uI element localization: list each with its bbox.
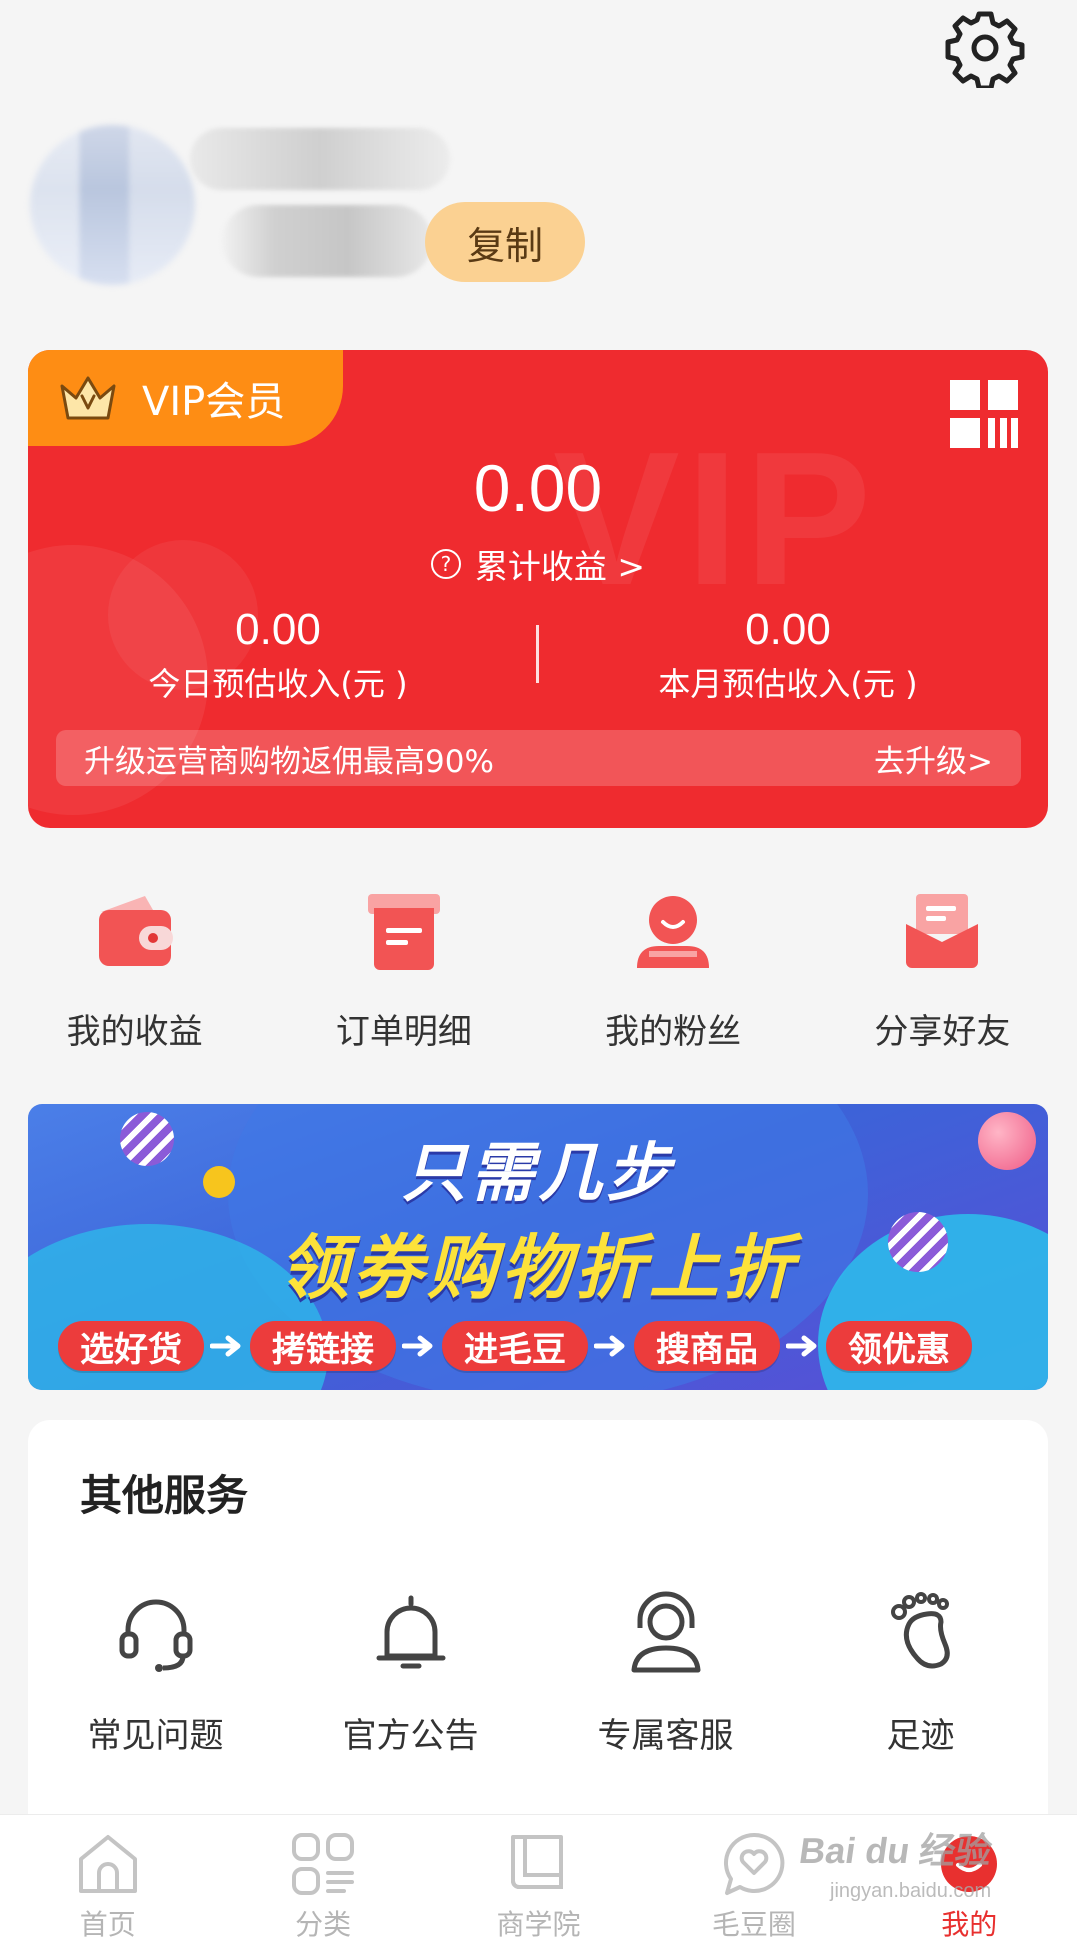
baidu-watermark: Bai du 经验: [796, 1830, 995, 1871]
quick-item-label: 我的粉丝: [605, 1012, 742, 1052]
qr-code-icon[interactable]: [948, 378, 1020, 450]
quick-item-my-fans[interactable]: 我的粉丝: [539, 890, 808, 1060]
banner-steps: 选好货 拷链接 进毛豆 搜商品 领优惠: [58, 1320, 1038, 1372]
total-earnings-link[interactable]: ? 累计收益 >: [28, 540, 1048, 588]
tab-category[interactable]: 分类: [215, 1815, 430, 1954]
today-amount: 0.00: [235, 605, 321, 654]
upgrade-link[interactable]: 去升级>: [874, 736, 993, 781]
arrow-right-icon: [402, 1335, 433, 1357]
vip-member-badge[interactable]: VIP会员: [28, 350, 343, 446]
heart-chat-icon: [723, 1832, 785, 1895]
question-icon[interactable]: ?: [430, 549, 461, 579]
fans-icon: [637, 896, 710, 968]
today-label: 今日预估收入(元 ): [148, 665, 408, 703]
avatar[interactable]: [30, 125, 195, 285]
banner-step: 选好货: [58, 1321, 204, 1371]
wallet-icon: [98, 896, 173, 966]
tab-label: 分类: [295, 1908, 352, 1941]
user-id-blurred: [222, 205, 432, 277]
quick-item-my-earnings[interactable]: 我的收益: [0, 890, 269, 1060]
upgrade-bar[interactable]: 升级运营商购物返佣最高90% 去升级>: [56, 730, 1021, 786]
upgrade-text: 升级运营商购物返佣最高90%: [84, 743, 494, 780]
tab-label: 首页: [79, 1908, 136, 1941]
headset-icon: [119, 1599, 192, 1672]
quick-menu: 我的收益 订单明细 我的粉丝 分享好友: [0, 890, 1077, 1060]
tab-label: 毛豆圈: [711, 1908, 796, 1941]
category-icon: [292, 1833, 355, 1895]
tab-business-school[interactable]: 商学院: [431, 1815, 646, 1954]
banner-step: 搜商品: [634, 1321, 780, 1371]
service-label: 专属客服: [597, 1716, 734, 1756]
copy-button[interactable]: 复制: [425, 202, 585, 282]
user-name-blurred: [190, 128, 450, 190]
section-title: 其他服务: [80, 1471, 249, 1520]
order-icon: [367, 894, 440, 970]
gear-icon: [945, 11, 1025, 91]
total-earnings-label: 累计收益 >: [474, 547, 646, 586]
banner-title: 只需几步: [402, 1137, 674, 1211]
arrow-right-icon: [786, 1335, 817, 1357]
month-estimate: 0.00 本月预估收入(元 ): [538, 605, 1038, 705]
quick-item-label: 订单明细: [335, 1012, 472, 1052]
service-label: 足迹: [886, 1716, 955, 1756]
banner-step: 拷链接: [250, 1321, 396, 1371]
tab-label: 我的: [941, 1908, 998, 1941]
month-amount: 0.00: [745, 605, 831, 654]
quick-item-label: 我的收益: [66, 1012, 203, 1052]
quick-item-order-details[interactable]: 订单明细: [269, 890, 538, 1060]
customer-service-icon: [631, 1591, 700, 1673]
arrow-right-icon: [210, 1335, 241, 1357]
tab-label: 商学院: [496, 1908, 581, 1941]
banner-step: 领优惠: [826, 1321, 972, 1371]
tab-home[interactable]: 首页: [0, 1815, 215, 1954]
service-faq[interactable]: 常见问题: [28, 1590, 283, 1757]
baidu-watermark-url: jingyan.baidu.com: [830, 1880, 992, 1902]
banner-subtitle: 领券购物折上折: [279, 1227, 797, 1309]
crown-icon: [60, 376, 116, 420]
share-icon: [906, 894, 979, 968]
service-label: 常见问题: [87, 1716, 224, 1756]
today-estimate: 0.00 今日预估收入(元 ): [28, 605, 528, 705]
vip-earnings-card: VIP VIP会员 0.00 ? 累计收益 > 0.00 今日预估收入(元 ) …: [28, 350, 1048, 828]
footprint-icon: [890, 1592, 950, 1669]
service-customer-support[interactable]: 专属客服: [538, 1590, 793, 1757]
promo-banner[interactable]: 只需几步 领券购物折上折 选好货 拷链接 进毛豆 搜商品 领优惠: [28, 1104, 1048, 1390]
service-footprint[interactable]: 足迹: [793, 1590, 1048, 1757]
bell-icon: [376, 1595, 445, 1669]
month-label: 本月预估收入(元 ): [658, 665, 918, 703]
quick-item-share-friends[interactable]: 分享好友: [808, 890, 1077, 1060]
vip-badge-label: VIP会员: [142, 379, 286, 425]
banner-step: 进毛豆: [442, 1321, 588, 1371]
service-announcement[interactable]: 官方公告: [283, 1590, 538, 1757]
arrow-right-icon: [594, 1335, 625, 1357]
other-services-card: 其他服务 常见问题 官方公告 专属客服 足迹: [28, 1420, 1048, 1840]
total-earnings-amount: 0.00: [473, 451, 603, 525]
services-row: 常见问题 官方公告 专属客服 足迹: [28, 1590, 1048, 1757]
service-label: 官方公告: [342, 1716, 479, 1756]
settings-button[interactable]: [945, 8, 1025, 91]
book-icon: [511, 1835, 564, 1889]
home-icon: [78, 1835, 137, 1893]
quick-item-label: 分享好友: [874, 1012, 1011, 1052]
